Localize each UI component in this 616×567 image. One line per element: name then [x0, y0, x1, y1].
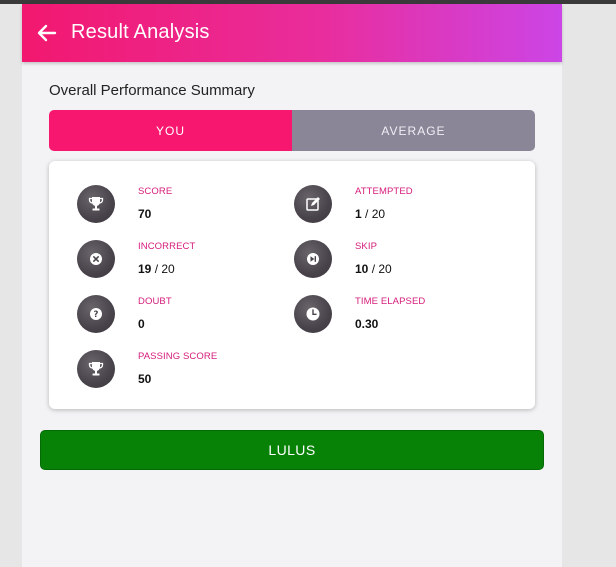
attempted-value: 1 / 20	[355, 207, 386, 221]
skip-value: 10 / 20	[355, 262, 392, 276]
stats-card: SCORE 70 ATTEMPTED 1 / 20 INCORRECT 19 /…	[49, 161, 535, 409]
stat-attempted: ATTEMPTED 1 / 20	[294, 185, 504, 231]
attempted-label: ATTEMPTED	[355, 186, 413, 197]
score-label: SCORE	[138, 186, 173, 197]
stat-score: SCORE 70	[77, 185, 287, 231]
stat-time-elapsed: TIME ELAPSED 0.30	[294, 295, 504, 341]
stat-incorrect: INCORRECT 19 / 20	[77, 240, 287, 286]
passing-score-label: PASSING SCORE	[138, 351, 218, 362]
skip-label: SKIP	[355, 241, 378, 252]
score-value: 70	[138, 207, 152, 221]
stat-passing-score: PASSING SCORE 50	[77, 350, 287, 396]
summary-title: Overall Performance Summary	[49, 82, 255, 99]
doubt-value: 0	[138, 317, 145, 331]
svg-text:?: ?	[94, 310, 99, 320]
doubt-label: DOUBT	[138, 296, 172, 307]
tab-average[interactable]: AVERAGE	[292, 110, 535, 151]
comparison-tabs: YOU AVERAGE	[49, 110, 535, 151]
time-elapsed-label: TIME ELAPSED	[355, 296, 426, 307]
time-elapsed-value: 0.30	[355, 317, 379, 331]
page-title: Result Analysis	[71, 21, 210, 43]
trophy-icon	[77, 185, 115, 223]
incorrect-label: INCORRECT	[138, 241, 196, 252]
skip-forward-icon	[294, 240, 332, 278]
stat-skip: SKIP 10 / 20	[294, 240, 504, 286]
app-header: Result Analysis	[22, 4, 562, 62]
passing-score-value: 50	[138, 372, 152, 386]
stat-doubt: ? DOUBT 0	[77, 295, 287, 341]
clock-icon	[294, 295, 332, 333]
result-status-button[interactable]: LULUS	[40, 430, 544, 470]
result-analysis-screen: Result Analysis Overall Performance Summ…	[22, 4, 562, 567]
trophy-icon	[77, 350, 115, 388]
tab-you[interactable]: YOU	[49, 110, 292, 151]
edit-icon	[294, 185, 332, 223]
arrow-left-icon[interactable]	[36, 22, 58, 44]
question-icon: ?	[77, 295, 115, 333]
incorrect-value: 19 / 20	[138, 262, 175, 276]
x-circle-icon	[77, 240, 115, 278]
